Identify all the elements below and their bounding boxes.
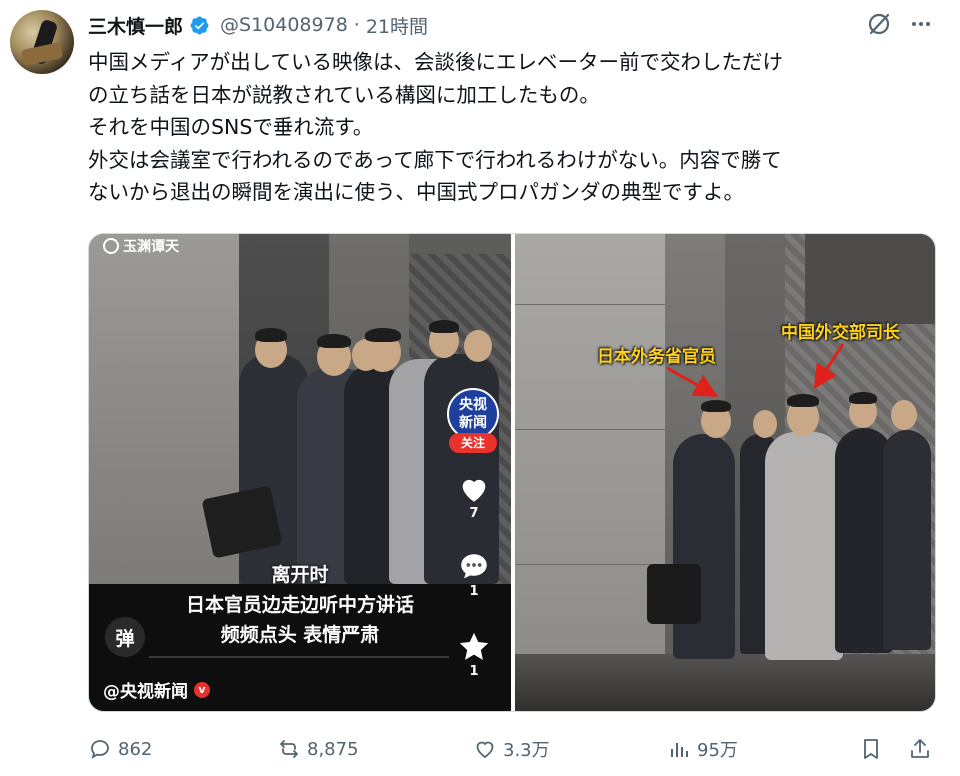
favorite-side-button[interactable]: 1 — [454, 630, 494, 679]
reply-count: 862 — [118, 738, 153, 760]
bookmark-button[interactable] — [859, 732, 883, 766]
comment-side-button[interactable]: 1 — [454, 550, 494, 599]
star-icon — [459, 632, 489, 660]
verified-badge-icon[interactable] — [189, 15, 210, 36]
arrow-to-japan-official — [666, 366, 719, 397]
views-button[interactable]: 95万 — [667, 732, 738, 766]
like-count: 3.3万 — [503, 740, 550, 761]
share-icon — [911, 739, 929, 758]
tweet-line: それを中国のSNSで垂れ流す。 — [88, 115, 374, 139]
tweet-header: 三木慎一郎 @S10408978 · 21時間 — [88, 11, 428, 39]
watermark-text: 玉渊谭天 — [123, 239, 179, 255]
tweet-line: ないから退出の瞬間を演出に使う、中国式プロパガンダの典型ですよ。 — [88, 180, 744, 204]
like-side-button[interactable]: 7 — [454, 472, 494, 521]
watermark-logo: 玉渊谭天 — [103, 236, 179, 256]
avatar[interactable] — [10, 10, 74, 74]
tweet-line: 中国メディアが出している映像は、会談後にエレベーター前で交わしただけ — [88, 50, 783, 74]
watermark-icon — [103, 238, 119, 254]
share-button[interactable] — [908, 732, 932, 766]
timestamp[interactable]: 21時間 — [366, 12, 428, 39]
person-hair — [255, 328, 287, 342]
like-button[interactable]: 3.3万 — [473, 732, 550, 766]
source-label: @央视新闻 v — [103, 677, 210, 702]
media-image-left[interactable]: 玉渊谭天 离开时 日本官员边走边听中方讲话 频频点头 表情严肃 弹 @央视新闻 … — [89, 234, 511, 711]
caption-line-2: 日本官员边走边听中方讲话 — [185, 594, 414, 616]
person-hair — [317, 334, 351, 348]
tweet-line: の立ち話を日本が説教されている構図に加工したもの。 — [88, 82, 600, 107]
grok-icon[interactable] — [866, 11, 892, 37]
caption-line-1: 离开时 — [271, 564, 329, 586]
more-dot — [926, 22, 930, 26]
follow-button[interactable]: 关注 — [449, 433, 497, 453]
comment-bubble-icon — [461, 554, 487, 579]
more-icon[interactable] — [906, 11, 936, 37]
like-side-count: 7 — [469, 506, 479, 521]
caption-line-3: 频频点头 表情严肃 — [220, 624, 380, 646]
comment-side-count: 1 — [469, 584, 479, 599]
reply-icon — [91, 740, 109, 759]
bookmark-icon — [864, 739, 878, 759]
separator-dot: · — [353, 14, 360, 36]
media-image-right[interactable]: 日本外务省官员 中国外交部司长 — [515, 234, 935, 711]
favorite-side-count: 1 — [469, 664, 479, 679]
person-head — [464, 330, 492, 362]
like-icon — [476, 741, 494, 759]
repost-icon — [280, 740, 298, 758]
tweet-text: 中国メディアが出している映像は、会談後にエレベーター前で交わしただけ の立ち話を… — [88, 46, 938, 209]
views-icon — [671, 743, 688, 757]
annotation-arrows — [666, 343, 845, 397]
more-dot — [912, 22, 916, 26]
views-count: 95万 — [697, 740, 738, 761]
person-hair — [429, 320, 459, 333]
person-hair — [365, 328, 401, 342]
repost-button[interactable]: 8,875 — [277, 732, 359, 766]
reply-button[interactable]: 862 — [88, 732, 152, 766]
arrow-to-china-director — [813, 343, 845, 390]
repost-count: 8,875 — [307, 738, 359, 760]
channel-badge-line-1: 央视 — [459, 397, 487, 413]
tweet-line: 外交は会議室で行われるのであって廊下で行われるわけがない。内容で勝て — [88, 147, 782, 172]
more-dot — [919, 22, 923, 26]
heart-icon — [462, 479, 486, 502]
source-text: @央视新闻 — [103, 682, 188, 702]
source-verified-icon: v — [194, 681, 210, 698]
channel-badge-line-2: 新闻 — [459, 415, 487, 431]
display-name[interactable]: 三木慎一郎 — [88, 12, 183, 39]
video-progress-bar[interactable] — [149, 656, 449, 658]
danmu-button[interactable]: 弹 — [105, 617, 145, 657]
handle[interactable]: @S10408978 — [220, 14, 348, 36]
media-grid[interactable]: 玉渊谭天 离开时 日本官员边走边听中方讲话 频频点头 表情严肃 弹 @央视新闻 … — [88, 233, 936, 712]
tweet-actions: 862 8,875 3.3万 95万 — [88, 732, 936, 766]
